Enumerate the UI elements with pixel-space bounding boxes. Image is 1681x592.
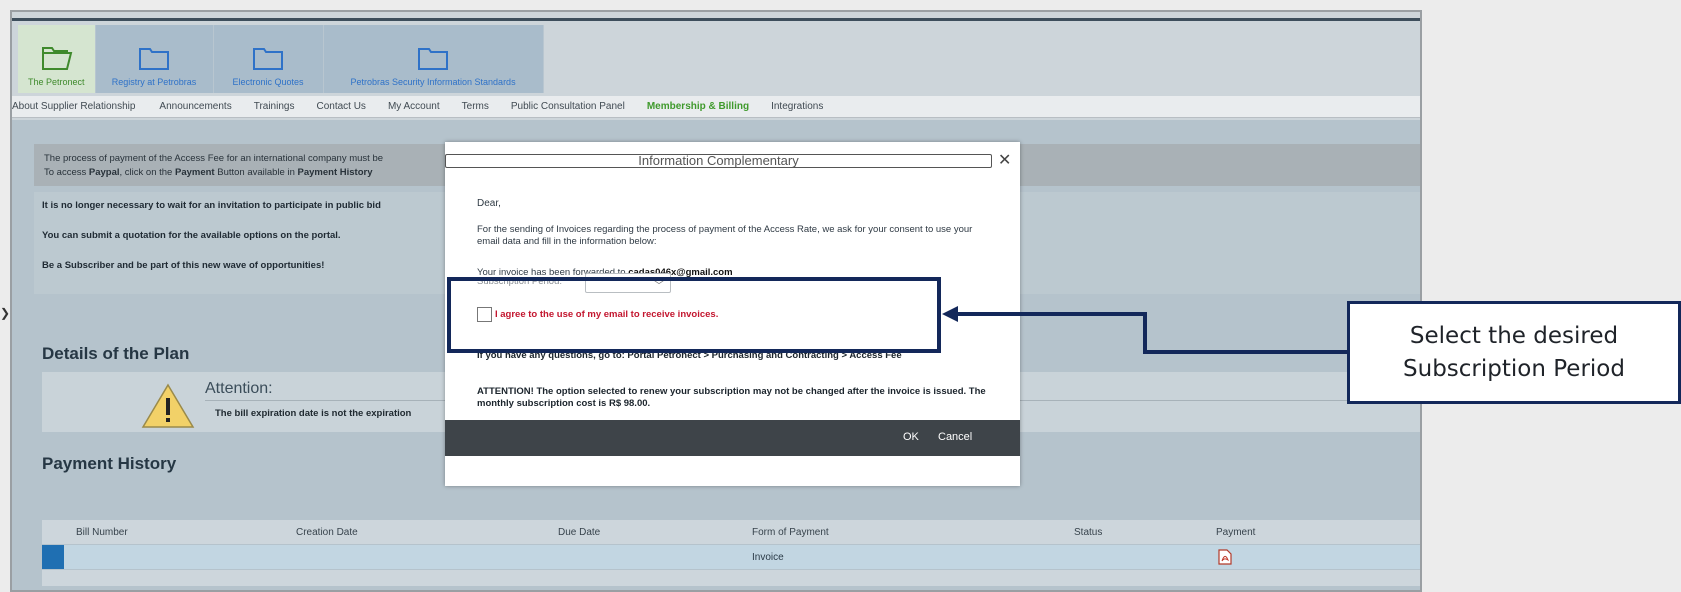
screenshot-stage: The Petronect Registry at Petrobras Elec… <box>0 0 1681 592</box>
callout-line-1: Select the desired <box>1409 322 1619 349</box>
callout-connector <box>942 306 1347 354</box>
callout-text: Select the desired Subscription Period <box>1403 320 1625 386</box>
callout-box: Select the desired Subscription Period <box>1347 301 1681 404</box>
connector-line <box>952 312 1347 354</box>
callout-line-2: Subscription Period <box>1403 355 1625 382</box>
arrowhead-icon <box>942 306 958 322</box>
